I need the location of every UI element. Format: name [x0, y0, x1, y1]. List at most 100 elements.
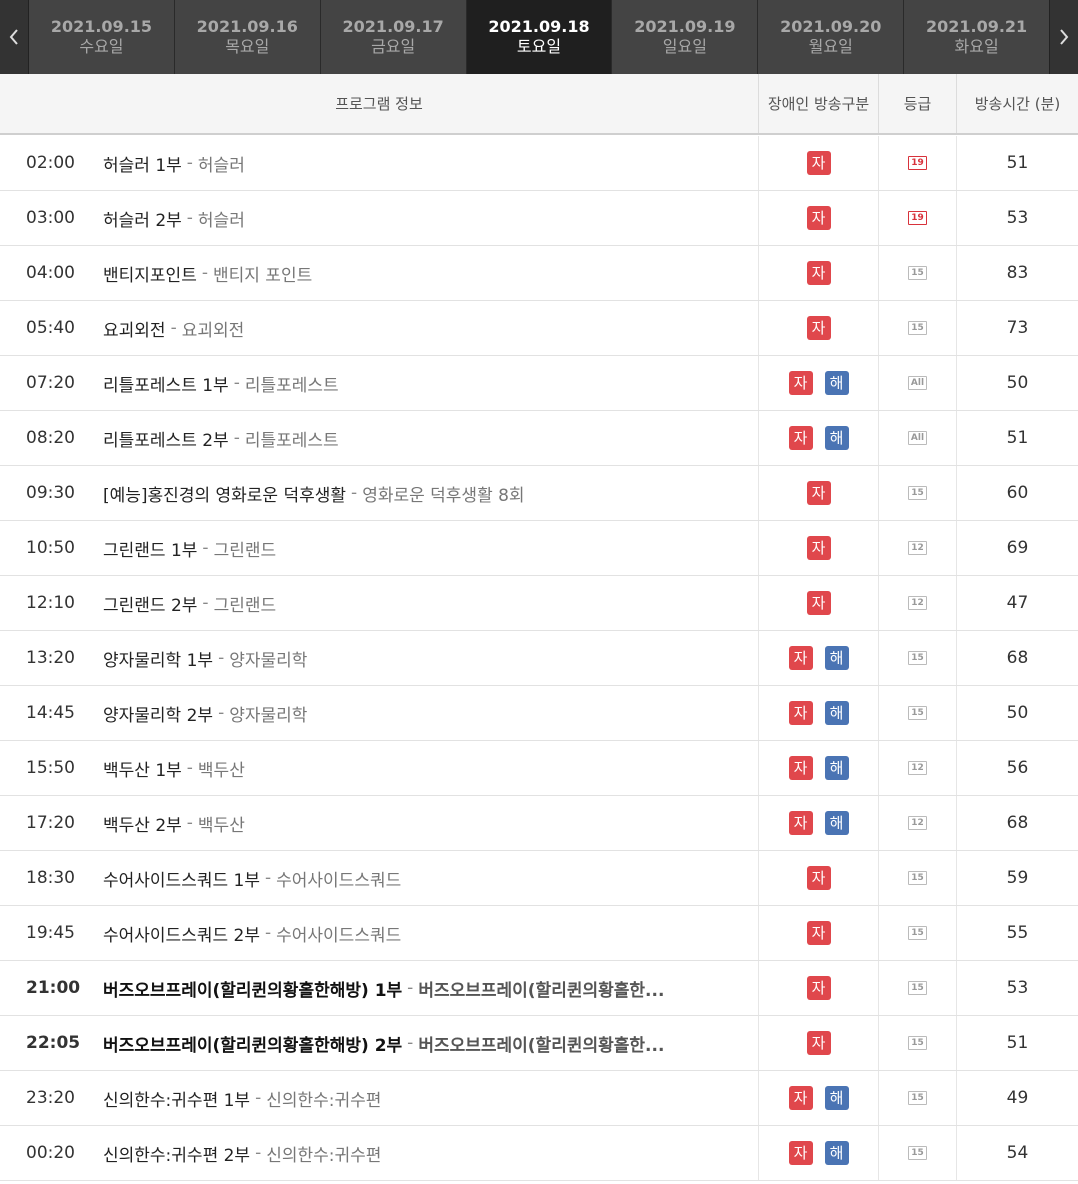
title-separator: - [407, 978, 414, 998]
program-info-cell: 13:20 양자물리학 1부 - 양자물리학 [0, 631, 758, 685]
program-title[interactable]: 백두산 2부 [103, 811, 182, 836]
date-tab[interactable]: 2021.09.16 목요일 [174, 0, 321, 74]
program-title[interactable]: 그린랜드 1부 [103, 536, 197, 561]
program-info-cell: 15:50 백두산 1부 - 백두산 [0, 741, 758, 795]
grade-cell: 19 [878, 136, 956, 190]
date-tab[interactable]: 2021.09.21 화요일 [904, 0, 1050, 74]
program-title[interactable]: 백두산 1부 [103, 756, 182, 781]
table-row[interactable]: 09:30 [예능]홍진경의 영화로운 덕후생활 - 영화로운 덕후생활 8회 자 15 6… [0, 466, 1078, 521]
program-title[interactable]: 버즈오브프레이(할리퀸의황홀한해방) 1부 [103, 976, 402, 1001]
subtitle-badge: 자 [788, 371, 813, 395]
table-row[interactable]: 14:45 양자물리학 2부 - 양자물리학 자 해 15 50 [0, 686, 1078, 741]
rating-icon: 15 [908, 926, 927, 940]
program-subtitle: 요괴외전 [181, 320, 245, 341]
program-time: 14:45 [26, 703, 75, 723]
date-tab-weekday: 월요일 [808, 37, 853, 56]
date-tabs: 2021.09.15 수요일 2021.09.16 목요일 2021.09.17 금요일 2… [29, 0, 1050, 74]
grade-cell: 12 [878, 741, 956, 795]
duration-cell: 49 [956, 1071, 1078, 1125]
table-row[interactable]: 02:00 허슬러 1부 - 허슬러 자 19 51 [0, 136, 1078, 191]
table-row[interactable]: 05:40 요괴외전 - 요괴외전 자 15 73 [0, 301, 1078, 356]
program-title[interactable]: 수어사이드스쿼드 2부 [103, 921, 260, 946]
date-tab-weekday: 토요일 [516, 37, 562, 56]
table-row[interactable]: 15:50 백두산 1부 - 백두산 자 해 12 56 [0, 741, 1078, 796]
schedule-table-body: 02:00 허슬러 1부 - 허슬러 자 19 51 03:00 허슬러 2부 - 허슬러 자 19 53… [0, 136, 1078, 1181]
title-separator: - [218, 703, 225, 723]
date-tab[interactable]: 2021.09.19 일요일 [612, 0, 759, 74]
program-info-cell: 17:20 백두산 2부 - 백두산 [0, 796, 758, 850]
title-separator: - [255, 1088, 262, 1108]
table-row[interactable]: 17:20 백두산 2부 - 백두산 자 해 12 68 [0, 796, 1078, 851]
duration-cell: 68 [956, 796, 1078, 850]
table-row[interactable]: 03:00 허슬러 2부 - 허슬러 자 19 53 [0, 191, 1078, 246]
program-title[interactable]: 그린랜드 2부 [103, 591, 197, 616]
rating-icon: 19 [908, 156, 927, 170]
program-title[interactable]: [예능]홍진경의 영화로운 덕후생활 [103, 481, 346, 506]
description-badge: 해 [824, 1086, 849, 1110]
grade-cell: 12 [878, 521, 956, 575]
program-info-cell: 22:05 버즈오브프레이(할리퀸의황홀한해방) 2부 - 버즈오브프레이(할리퀸의황… [0, 1016, 758, 1070]
date-tab[interactable]: 2021.09.20 월요일 [758, 0, 905, 74]
grade-cell: 15 [878, 1016, 956, 1070]
program-info-cell: 21:00 버즈오브프레이(할리퀸의황홀한해방) 1부 - 버즈오브프레이(할리퀸의황… [0, 961, 758, 1015]
title-separator: - [233, 373, 240, 393]
program-title[interactable]: 리틀포레스트 1부 [103, 371, 229, 396]
program-title[interactable]: 요괴외전 [103, 316, 166, 341]
title-separator: - [218, 648, 225, 668]
date-tab[interactable]: 2021.09.15 수요일 [29, 0, 175, 74]
date-tab[interactable]: 2021.09.18 토요일 [466, 0, 613, 74]
table-row[interactable]: 22:05 버즈오브프레이(할리퀸의황홀한해방) 2부 - 버즈오브프레이(할리퀸의황… [0, 1016, 1078, 1071]
program-subtitle: 리틀포레스트 [244, 375, 339, 396]
duration-cell: 68 [956, 631, 1078, 685]
table-row[interactable]: 23:20 신의한수:귀수편 1부 - 신의한수:귀수편 자 해 15 49 [0, 1071, 1078, 1126]
program-time: 02:00 [26, 153, 75, 173]
date-tab[interactable]: 2021.09.17 금요일 [320, 0, 467, 74]
program-time: 00:20 [26, 1143, 75, 1163]
table-row[interactable]: 10:50 그린랜드 1부 - 그린랜드 자 12 69 [0, 521, 1078, 576]
date-tab-weekday: 일요일 [662, 37, 707, 56]
table-row[interactable]: 12:10 그린랜드 2부 - 그린랜드 자 12 47 [0, 576, 1078, 631]
chevron-left-icon [9, 29, 18, 45]
program-info-cell: 23:20 신의한수:귀수편 1부 - 신의한수:귀수편 [0, 1071, 758, 1125]
program-title[interactable]: 허슬러 1부 [103, 151, 182, 176]
program-title[interactable]: 버즈오브프레이(할리퀸의황홀한해방) 2부 [103, 1031, 402, 1056]
program-title[interactable]: 수어사이드스쿼드 1부 [103, 866, 260, 891]
program-subtitle: 버즈오브프레이(할리퀸의황홀한... [418, 1035, 665, 1056]
table-row[interactable]: 19:45 수어사이드스쿼드 2부 - 수어사이드스쿼드 자 15 55 [0, 906, 1078, 961]
program-subtitle: 수어사이드스쿼드 [276, 925, 402, 946]
table-row[interactable]: 21:00 버즈오브프레이(할리퀸의황홀한해방) 1부 - 버즈오브프레이(할리퀸의황… [0, 961, 1078, 1016]
duration-cell: 51 [956, 1016, 1078, 1070]
table-row[interactable]: 13:20 양자물리학 1부 - 양자물리학 자 해 15 68 [0, 631, 1078, 686]
grade-cell: 15 [878, 246, 956, 300]
rating-icon: 15 [908, 981, 927, 995]
date-tab-date: 2021.09.21 [925, 17, 1028, 36]
grade-cell: 15 [878, 686, 956, 740]
program-time: 05:40 [26, 318, 75, 338]
date-tab-weekday: 금요일 [371, 37, 416, 56]
table-row[interactable]: 08:20 리틀포레스트 2부 - 리틀포레스트 자 해 All 51 [0, 411, 1078, 466]
duration-cell: 53 [956, 961, 1078, 1015]
duration-cell: 60 [956, 466, 1078, 520]
program-title[interactable]: 신의한수:귀수편 1부 [103, 1086, 250, 1111]
subtitle-badge: 자 [788, 811, 813, 835]
program-info-cell: 07:20 리틀포레스트 1부 - 리틀포레스트 [0, 356, 758, 410]
table-row[interactable]: 07:20 리틀포레스트 1부 - 리틀포레스트 자 해 All 50 [0, 356, 1078, 411]
program-title[interactable]: 리틀포레스트 2부 [103, 426, 229, 451]
duration-cell: 56 [956, 741, 1078, 795]
program-title[interactable]: 허슬러 2부 [103, 206, 182, 231]
program-title[interactable]: 밴티지포인트 [103, 261, 197, 286]
barrier-free-cell: 자 [758, 466, 878, 520]
duration-cell: 83 [956, 246, 1078, 300]
rating-icon: 15 [908, 1146, 927, 1160]
subtitle-badge: 자 [806, 591, 831, 615]
program-time: 04:00 [26, 263, 75, 283]
table-row[interactable]: 04:00 밴티지포인트 - 밴티지 포인트 자 15 83 [0, 246, 1078, 301]
next-week-button[interactable] [1049, 0, 1078, 74]
table-row[interactable]: 18:30 수어사이드스쿼드 1부 - 수어사이드스쿼드 자 15 59 [0, 851, 1078, 906]
program-title[interactable]: 양자물리학 1부 [103, 646, 213, 671]
table-row[interactable]: 00:20 신의한수:귀수편 2부 - 신의한수:귀수편 자 해 15 54 [0, 1126, 1078, 1181]
program-title[interactable]: 양자물리학 2부 [103, 701, 213, 726]
prev-week-button[interactable] [0, 0, 29, 74]
program-title[interactable]: 신의한수:귀수편 2부 [103, 1141, 250, 1166]
grade-cell: 15 [878, 961, 956, 1015]
